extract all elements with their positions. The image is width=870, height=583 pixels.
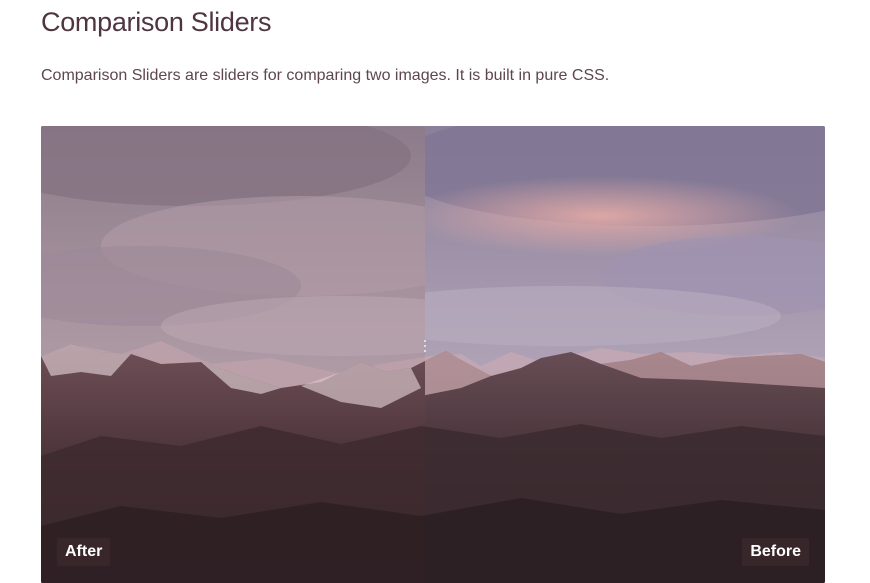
comparison-slider[interactable]: After Before <box>41 126 825 583</box>
slider-divider <box>425 126 426 583</box>
before-label: Before <box>742 538 809 566</box>
page-title: Comparison Sliders <box>41 7 272 37</box>
after-image <box>41 126 425 583</box>
after-pane <box>41 126 425 583</box>
page-description: Comparison Sliders are sliders for compa… <box>41 67 610 84</box>
vertical-dots-grip-icon[interactable] <box>423 339 427 353</box>
after-label: After <box>57 538 111 566</box>
